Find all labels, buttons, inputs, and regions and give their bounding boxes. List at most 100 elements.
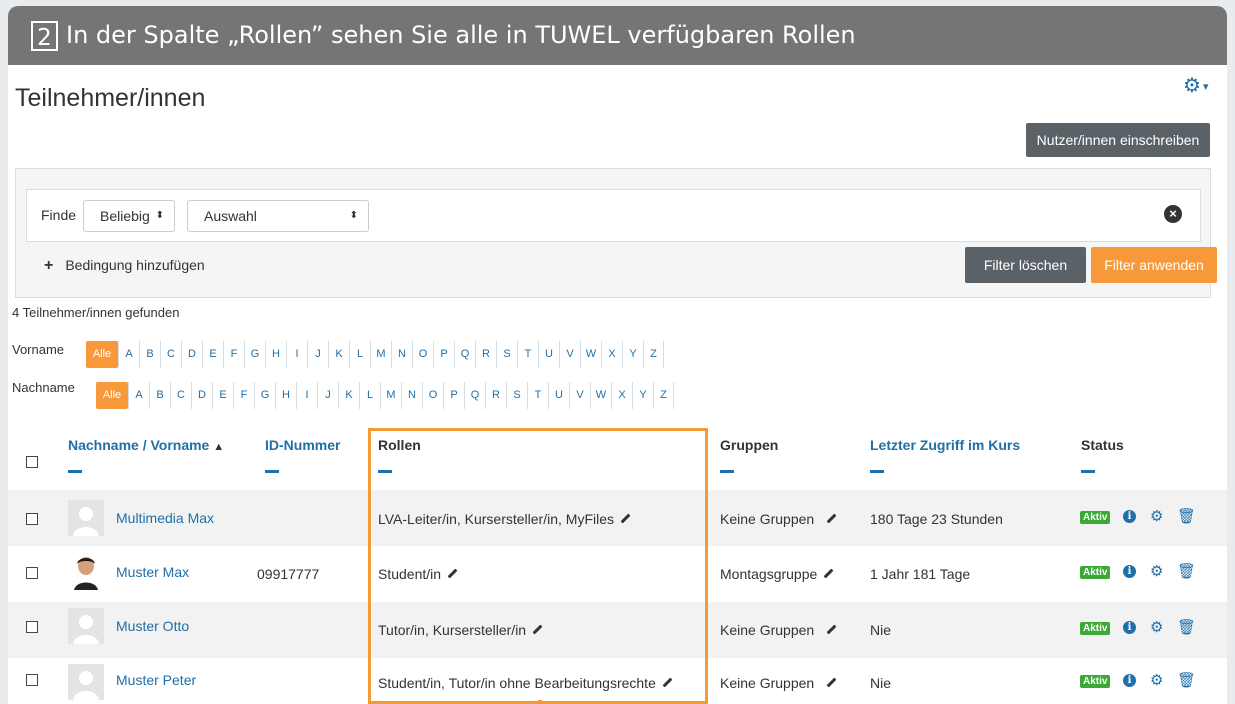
initial-letter[interactable]: N <box>401 382 422 409</box>
page-actions-menu[interactable]: ⚙ ▾ <box>1183 76 1208 97</box>
initial-letter[interactable]: A <box>128 382 149 409</box>
collapse-column-icon[interactable] <box>265 470 279 473</box>
initial-letter[interactable]: O <box>412 341 433 368</box>
initial-letter[interactable]: L <box>349 341 370 368</box>
user-name-link[interactable]: Multimedia Max <box>116 510 214 526</box>
status-badge: Aktiv <box>1080 511 1111 524</box>
initial-letter[interactable]: K <box>338 382 359 409</box>
initial-letter[interactable]: H <box>275 382 296 409</box>
match-select[interactable]: Beliebig ⬍ <box>83 200 175 232</box>
initial-letter[interactable]: D <box>181 341 202 368</box>
initial-letter[interactable]: C <box>160 341 181 368</box>
initial-letter[interactable]: F <box>223 341 244 368</box>
pencil-icon[interactable] <box>826 624 837 635</box>
initial-letter[interactable]: Q <box>454 341 475 368</box>
initial-letter[interactable]: M <box>370 341 391 368</box>
initial-all[interactable]: Alle <box>86 341 118 368</box>
row-checkbox[interactable] <box>26 513 38 525</box>
add-condition-link[interactable]: + Bedingung hinzufügen <box>44 257 205 275</box>
collapse-column-icon[interactable] <box>68 470 82 473</box>
initial-letter[interactable]: Y <box>632 382 653 409</box>
lastaccess-cell: Nie <box>870 622 892 638</box>
trash-icon[interactable]: 🗑 <box>1177 673 1196 688</box>
initial-letter[interactable]: P <box>443 382 464 409</box>
initial-letter[interactable]: Q <box>464 382 485 409</box>
initial-letter[interactable]: V <box>559 341 580 368</box>
gear-icon[interactable]: ⚙ <box>1150 509 1163 524</box>
initial-letter[interactable]: I <box>286 341 307 368</box>
initial-letter[interactable]: S <box>506 382 527 409</box>
initial-letter[interactable]: P <box>433 341 454 368</box>
clear-filter-button[interactable]: Filter löschen <box>965 247 1086 283</box>
initial-letter[interactable]: H <box>265 341 286 368</box>
trash-icon[interactable]: 🗑 <box>1177 620 1196 635</box>
initial-letter[interactable]: O <box>422 382 443 409</box>
initial-letter[interactable]: U <box>538 341 559 368</box>
apply-filter-button[interactable]: Filter anwenden <box>1091 247 1217 283</box>
initial-letter[interactable]: E <box>202 341 223 368</box>
trash-icon[interactable]: 🗑 <box>1177 564 1196 579</box>
initial-letter[interactable]: A <box>118 341 139 368</box>
collapse-column-icon[interactable] <box>720 470 734 473</box>
initial-letter[interactable]: W <box>590 382 611 409</box>
pencil-icon[interactable] <box>826 677 837 688</box>
initial-letter[interactable]: J <box>317 382 338 409</box>
initial-letter[interactable]: L <box>359 382 380 409</box>
initial-letter[interactable]: M <box>380 382 401 409</box>
info-icon[interactable]: i <box>1123 621 1136 634</box>
initial-letter[interactable]: K <box>328 341 349 368</box>
gear-icon[interactable]: ⚙ <box>1150 620 1163 635</box>
gear-icon[interactable]: ⚙ <box>1150 564 1163 579</box>
info-icon[interactable]: i <box>1123 674 1136 687</box>
enroll-users-button[interactable]: Nutzer/innen einschreiben <box>1026 123 1210 157</box>
row-checkbox[interactable] <box>26 567 38 579</box>
initial-letter[interactable]: X <box>611 382 632 409</box>
row-checkbox[interactable] <box>26 674 38 686</box>
initial-letter[interactable]: D <box>191 382 212 409</box>
row-checkbox[interactable] <box>26 621 38 633</box>
initial-letter[interactable]: G <box>254 382 275 409</box>
pencil-icon[interactable] <box>826 513 837 524</box>
column-header-status: Status <box>1081 437 1124 453</box>
info-icon[interactable]: i <box>1123 510 1136 523</box>
info-icon[interactable]: i <box>1123 565 1136 578</box>
user-name-link[interactable]: Muster Max <box>116 564 189 580</box>
trash-icon[interactable]: 🗑 <box>1177 509 1196 524</box>
initial-letter[interactable]: R <box>475 341 496 368</box>
initial-letter[interactable]: J <box>307 341 328 368</box>
initial-letter[interactable]: Z <box>653 382 674 409</box>
user-name-link[interactable]: Muster Peter <box>116 672 196 688</box>
user-name-link[interactable]: Muster Otto <box>116 618 189 634</box>
close-icon[interactable]: × <box>1164 205 1182 223</box>
column-header-idnumber[interactable]: ID-Nummer <box>265 437 340 453</box>
gear-icon[interactable]: ⚙ <box>1150 673 1163 688</box>
initial-letter[interactable]: E <box>212 382 233 409</box>
initial-letter[interactable]: C <box>170 382 191 409</box>
initial-all[interactable]: Alle <box>96 382 128 409</box>
initial-letter[interactable]: F <box>233 382 254 409</box>
filter-type-select[interactable]: Auswahl ⬍ <box>187 200 369 232</box>
column-header-lastaccess[interactable]: Letzter Zugriff im Kurs <box>870 437 1020 453</box>
lastaccess-cell: 1 Jahr 181 Tage <box>870 566 971 582</box>
initial-letter[interactable]: U <box>548 382 569 409</box>
initial-letter[interactable]: B <box>139 341 160 368</box>
initial-letter[interactable]: B <box>149 382 170 409</box>
lastaccess-cell: Nie <box>870 675 892 691</box>
initial-letter[interactable]: R <box>485 382 506 409</box>
initial-letter[interactable]: Z <box>643 341 664 368</box>
initial-letter[interactable]: G <box>244 341 265 368</box>
collapse-column-icon[interactable] <box>870 470 884 473</box>
select-all-checkbox[interactable] <box>26 456 38 468</box>
initial-letter[interactable]: V <box>569 382 590 409</box>
initial-letter[interactable]: Y <box>622 341 643 368</box>
collapse-column-icon[interactable] <box>1081 470 1095 473</box>
initial-letter[interactable]: S <box>496 341 517 368</box>
initial-letter[interactable]: N <box>391 341 412 368</box>
initial-letter[interactable]: I <box>296 382 317 409</box>
initial-letter[interactable]: X <box>601 341 622 368</box>
initial-letter[interactable]: T <box>517 341 538 368</box>
initial-letter[interactable]: W <box>580 341 601 368</box>
pencil-icon[interactable] <box>823 568 834 579</box>
column-header-name[interactable]: Nachname / Vorname ▲ <box>68 437 224 453</box>
initial-letter[interactable]: T <box>527 382 548 409</box>
